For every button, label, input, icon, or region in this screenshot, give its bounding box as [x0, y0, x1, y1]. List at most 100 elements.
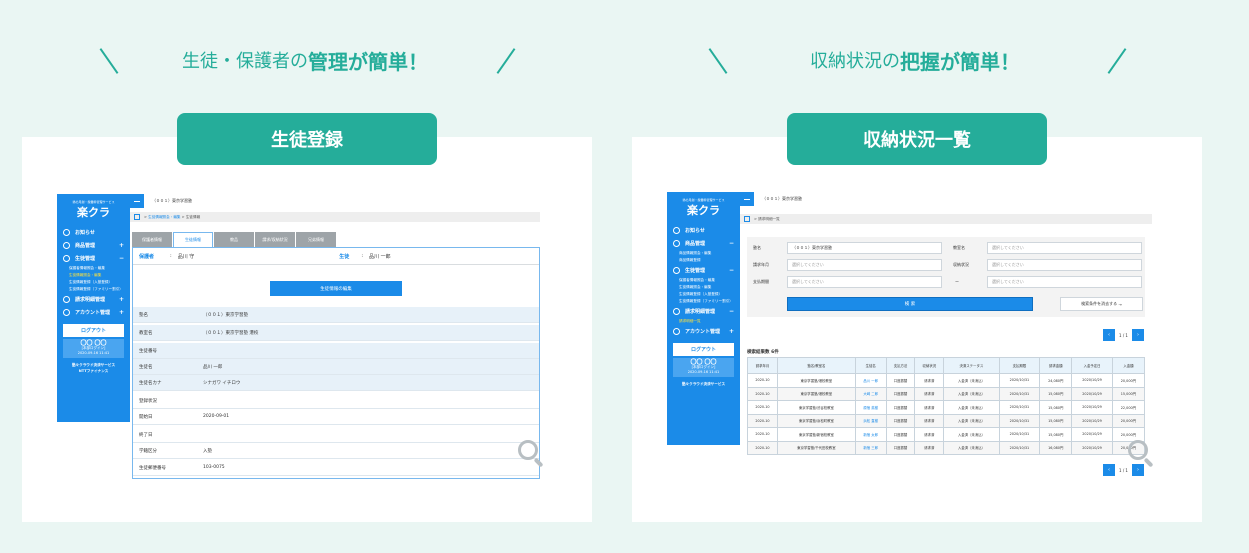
- subnav-item-active[interactable]: 請求明細一覧: [667, 318, 740, 325]
- breadcrumb-link[interactable]: 生徒情報照会・編集: [148, 215, 180, 220]
- prev-page-button[interactable]: ‹: [1103, 464, 1115, 476]
- table-cell: 20,000円: [1111, 427, 1146, 442]
- nav-account[interactable]: アカウント管理 +: [667, 325, 740, 338]
- page-indicator: 1 / 1: [1119, 332, 1128, 338]
- tab-siblings[interactable]: 兄弟情報: [296, 232, 336, 247]
- nav-billing[interactable]: 請求明細管理 +: [57, 293, 130, 306]
- home-icon[interactable]: [134, 214, 140, 220]
- tab-billing[interactable]: 請求/収納状況: [255, 232, 295, 247]
- table-cell: 2020-10: [747, 413, 778, 428]
- nav-student[interactable]: 生徒管理 −: [57, 252, 130, 265]
- table-cell: 2020/10/31: [998, 373, 1041, 388]
- arrow-right-icon: →: [1118, 301, 1122, 307]
- tab-student[interactable]: 生徒情報: [173, 232, 213, 247]
- nav-notice-label: お知らせ: [75, 230, 95, 236]
- nav-account-label: アカウント管理: [685, 329, 721, 335]
- student-name-link[interactable]: 大崎 二郎: [854, 386, 887, 401]
- nav-account[interactable]: アカウント管理 +: [57, 306, 130, 319]
- logout-button[interactable]: ログアウト: [63, 324, 124, 337]
- school-select[interactable]: （００１）東京学習塾: [787, 242, 942, 254]
- subnav-item[interactable]: 生徒情報登録（入塾登録）: [57, 279, 130, 286]
- table-cell: 2020-10: [747, 440, 778, 455]
- nav-billing[interactable]: 請求明細管理 −: [667, 305, 740, 318]
- clear-conditions-label: 検索条件を消去する: [1081, 301, 1118, 306]
- subnav-item[interactable]: 商品情報登録: [667, 257, 740, 264]
- people-icon: [673, 267, 680, 274]
- breadcrumb-sep: >: [754, 217, 758, 221]
- billing-status-pill: 収納状況一覧: [787, 113, 1047, 165]
- sidebar: 塾の月謝・授業料管理サービス 楽クラ お知らせ 商品管理 − 商品情報照会・編集 …: [667, 192, 740, 445]
- classroom-select[interactable]: 選択してください: [987, 242, 1142, 254]
- hamburger-icon: [134, 200, 140, 202]
- user-icon: [63, 309, 70, 316]
- table-cell: 请求済: [914, 413, 945, 428]
- table-cell: 2020/10/31: [998, 400, 1041, 415]
- student-name-link[interactable]: 品川 一郎: [854, 373, 887, 388]
- table-cell: 2020/10/29: [1071, 440, 1113, 455]
- collapse-minus-icon: −: [728, 240, 734, 247]
- table-cell: 20,000円: [1111, 413, 1146, 428]
- next-page-button[interactable]: ›: [1131, 329, 1144, 341]
- logout-button[interactable]: ログアウト: [673, 343, 734, 356]
- column-header: 塾名/教室名: [776, 357, 856, 374]
- nav-student[interactable]: 生徒管理 −: [667, 264, 740, 277]
- subnav-item[interactable]: 生徒情報登録（入塾登録）: [667, 291, 740, 298]
- nav-product[interactable]: 商品管理 +: [57, 239, 130, 252]
- label-dash: ー: [955, 279, 959, 284]
- expand-plus-icon: +: [118, 309, 124, 316]
- tab-guardian[interactable]: 保護者情報: [132, 232, 172, 247]
- menu-toggle-button[interactable]: [130, 194, 144, 208]
- subnav-item[interactable]: 生徒情報登録（ファミリー割引）: [57, 286, 130, 293]
- table-row: 2020-10 東京学習塾/浜松町教室 浜松 直樹 口座振替 请求済 入金済（未消込） 20…: [747, 413, 1146, 428]
- prev-page-button[interactable]: ‹: [1103, 329, 1115, 341]
- table-cell: 口座振替: [885, 386, 916, 401]
- field-label: 塾名: [139, 312, 148, 318]
- nav-notice[interactable]: お知らせ: [57, 226, 130, 239]
- breadcrumb-sep: >: [181, 215, 185, 219]
- billing-month-select[interactable]: 選択してください: [787, 259, 942, 271]
- student-panel: 保護者 : 品川 守 生徒 : 品川 一郎 生徒情報の編集 塾名 （００１）東京学…: [132, 247, 540, 479]
- table-cell: 2020-10: [747, 427, 778, 442]
- document-icon: [673, 308, 680, 315]
- subnav-item[interactable]: 商品情報照会・編集: [667, 250, 740, 257]
- menu-toggle-button[interactable]: [740, 192, 754, 206]
- nav-notice[interactable]: お知らせ: [667, 224, 740, 237]
- table-cell: 東京学習塾/千代田校教室: [776, 440, 856, 455]
- pay-date-from[interactable]: 選択してください: [787, 276, 942, 288]
- decor-slash-right-1: [708, 48, 728, 74]
- subnav-item[interactable]: 生徒情報照会・編集: [667, 284, 740, 291]
- table-cell: 请求済: [914, 386, 945, 401]
- column-header: 決済ステータス: [943, 357, 1000, 374]
- student-name-link[interactable]: 新宿 三郎: [854, 440, 887, 455]
- pay-date-to[interactable]: 選択してください: [987, 276, 1142, 288]
- search-button[interactable]: 検 索: [787, 297, 1033, 311]
- label-pay-date: 支払期間: [753, 279, 769, 284]
- nav-product-label: 商品管理: [75, 243, 96, 249]
- student-name-link[interactable]: 新宿 太郎: [854, 427, 887, 442]
- table-cell: 20,000円: [1111, 373, 1146, 388]
- nav-product[interactable]: 商品管理 −: [667, 237, 740, 250]
- subnav-item[interactable]: 保護者情報照会・編集: [667, 277, 740, 284]
- edit-student-button[interactable]: 生徒情報の編集: [270, 281, 402, 296]
- student-name-link[interactable]: 浜松 直樹: [854, 413, 887, 428]
- people-icon: [63, 255, 70, 262]
- field-label: 生徒名カナ: [139, 380, 162, 386]
- label-school: 塾名: [753, 245, 761, 250]
- tab-bar: 保護者情報 生徒情報 教品 請求/収納状況 兄弟情報: [132, 232, 336, 247]
- field-value: 2020-09-01: [203, 414, 230, 419]
- status-select[interactable]: 選択してください: [987, 259, 1142, 271]
- table-cell: 口座振替: [885, 373, 916, 388]
- table-cell: 入金済（未消込）: [943, 400, 1000, 415]
- subnav-item[interactable]: 生徒情報登録（ファミリー割引）: [667, 298, 740, 305]
- student-name-link[interactable]: 原宿 英樹: [854, 400, 887, 415]
- subnav-item[interactable]: 保護者情報照会・編集: [57, 265, 130, 272]
- table-cell: 入金済（未消込）: [943, 373, 1000, 388]
- table-cell: 入金済（未消込）: [943, 440, 1000, 455]
- tab-product[interactable]: 教品: [214, 232, 254, 247]
- field-value: （００１）東京学習塾 港校: [203, 330, 259, 336]
- field-row: 教室名 （００１）東京学習塾 港校: [133, 325, 539, 341]
- home-icon[interactable]: [744, 216, 750, 222]
- subnav-item-active[interactable]: 生徒情報照会・編集: [57, 272, 130, 279]
- info-icon: [63, 229, 70, 236]
- clear-conditions-button[interactable]: 検索条件を消去する →: [1060, 297, 1143, 311]
